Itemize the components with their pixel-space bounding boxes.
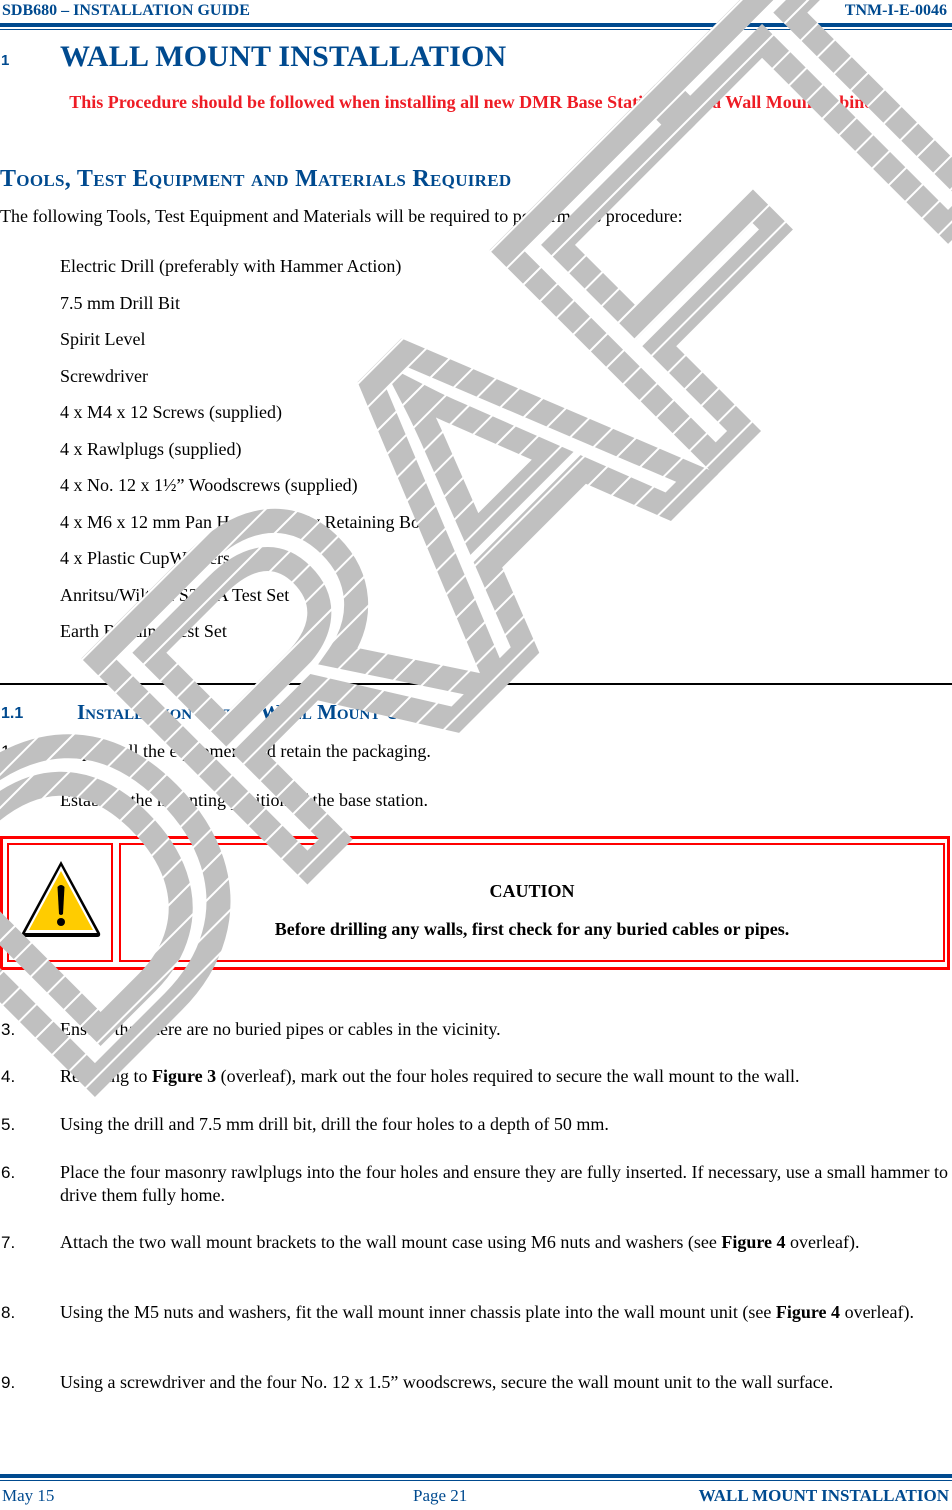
page-header: SDB680 – INSTALLATION GUIDE TNM-I-E-0046 xyxy=(0,0,952,32)
procedure-note: This Procedure should be followed when i… xyxy=(69,92,883,112)
step-text-part: Using the M5 nuts and washers, fit the w… xyxy=(60,1302,776,1322)
tools-list-item: 4 x Plastic CupWashers xyxy=(60,548,231,568)
tools-list-item: Screwdriver xyxy=(60,365,148,386)
tools-list-item: 4 x No. 12 x 1½” Woodscrews (supplied) xyxy=(60,475,358,495)
step-number: 7. xyxy=(1,1233,16,1252)
step-number: 1. xyxy=(1,742,16,761)
figure-reference: Figure 4 xyxy=(775,1302,841,1322)
header-doc-title: SDB680 – INSTALLATION GUIDE xyxy=(2,2,250,19)
caution-box: CAUTION Before drilling any walls, first… xyxy=(0,836,950,970)
section-title: Installation of the Wall Mount Unit xyxy=(77,700,428,724)
step-text: Using a screwdriver and the four No. 12 … xyxy=(60,1372,834,1392)
caution-message: Before drilling any walls, first check f… xyxy=(274,919,790,939)
step-text: Unpack all the equipment and retain the … xyxy=(60,741,431,761)
footer-rule-thick xyxy=(0,1474,952,1478)
step-text: Ensure that there are no buried pipes or… xyxy=(60,1019,501,1039)
header-doc-number: TNM-I-E-0046 xyxy=(844,2,947,19)
header-rule-thick xyxy=(0,23,952,27)
footer-page-number: Page 21 xyxy=(413,1486,468,1505)
step-text: Referring to Figure 3 (overleaf), mark o… xyxy=(60,1065,948,1088)
step-number: 2. xyxy=(1,791,16,810)
chapter-number: 1 xyxy=(1,52,10,69)
step-text-part: Attach the two wall mount brackets to th… xyxy=(60,1232,722,1252)
step-text: Using the drill and 7.5 mm drill bit, dr… xyxy=(60,1114,609,1134)
tools-intro: The following Tools, Test Equipment and … xyxy=(0,206,683,226)
step-text: Place the four masonry rawlplugs into th… xyxy=(60,1162,948,1205)
tools-list-item: 7.5 mm Drill Bit xyxy=(60,292,181,313)
warning-triangle-icon xyxy=(21,861,101,937)
figure-reference: Figure 3 xyxy=(151,1066,217,1086)
caution-text-cell: CAUTION Before drilling any walls, first… xyxy=(119,843,945,962)
figure-reference: Figure 4 xyxy=(721,1232,786,1252)
step-text: Using the M5 nuts and washers, fit the w… xyxy=(60,1301,948,1324)
step-text-part: Referring to xyxy=(60,1066,152,1086)
tools-list-item: 4 x M4 x 12 Screws (supplied) xyxy=(60,402,282,422)
step-number: 3. xyxy=(1,1020,16,1039)
step-number: 5. xyxy=(1,1115,16,1134)
caution-title: CAUTION xyxy=(489,881,575,901)
step-text-part: (overleaf), mark out the four holes requ… xyxy=(216,1066,800,1086)
tools-heading: Tools, Test Equipment and Materials Requ… xyxy=(0,166,512,192)
document-page: SDB680 – INSTALLATION GUIDE TNM-I-E-0046… xyxy=(0,0,952,1510)
section-number: 1.1 xyxy=(1,705,24,722)
tools-list-item: Anritsu/Wiltron S331A Test Set xyxy=(60,584,290,605)
step-text-part: overleaf). xyxy=(785,1232,860,1252)
step-number: 8. xyxy=(1,1303,16,1322)
tools-list-item: Electric Drill (preferably with Hammer A… xyxy=(60,256,402,276)
step-text: Attach the two wall mount brackets to th… xyxy=(60,1231,948,1254)
chapter-title: WALL MOUNT INSTALLATION xyxy=(60,40,507,73)
caution-icon-cell xyxy=(7,843,113,962)
footer-rule-thin xyxy=(0,1480,952,1481)
tools-list-item: 4 x Rawlplugs (supplied) xyxy=(60,438,242,459)
tools-list-item: 4 x M6 x 12 mm Pan Head Pozidriv Retaini… xyxy=(60,511,437,532)
header-rule-thin xyxy=(0,29,952,30)
step-number: 4. xyxy=(1,1067,16,1086)
step-number: 9. xyxy=(1,1373,16,1392)
tools-list-item: Earth Bonding Test Set xyxy=(60,621,227,641)
step-text-part: overleaf). xyxy=(840,1302,915,1322)
tools-list: Electric Drill (preferably with Hammer A… xyxy=(60,255,437,657)
step-number: 6. xyxy=(1,1163,16,1182)
section-divider xyxy=(0,683,952,685)
step-text: Establish the mounting position of the b… xyxy=(60,790,428,810)
footer-date: May 15 xyxy=(2,1486,55,1505)
footer-section: WALL MOUNT INSTALLATION xyxy=(698,1486,949,1505)
tools-list-item: Spirit Level xyxy=(60,329,146,349)
